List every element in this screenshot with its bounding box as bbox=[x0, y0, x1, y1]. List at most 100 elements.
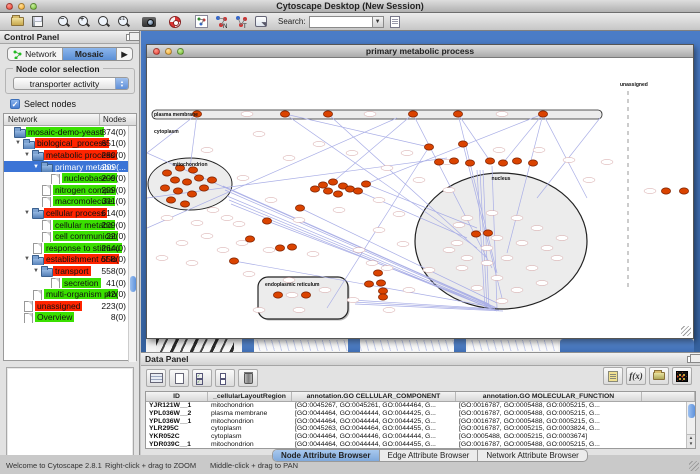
expand-arrow-icon[interactable]: ▼ bbox=[24, 210, 32, 216]
tab-network-attribute-browser[interactable]: Network Attribute Browser bbox=[478, 450, 586, 461]
app-titlebar[interactable]: Cytoscape Desktop (New Session) bbox=[0, 0, 700, 13]
expand-arrow-icon[interactable]: ▼ bbox=[33, 164, 41, 170]
open-file-icon[interactable] bbox=[8, 14, 26, 29]
attribute-table-icon[interactable] bbox=[146, 369, 166, 387]
tree-row[interactable]: Overview8(0) bbox=[4, 312, 136, 324]
snapshot-icon[interactable] bbox=[140, 14, 158, 29]
column-header[interactable]: annotation.GO MOLECULAR_FUNCTION bbox=[456, 392, 642, 401]
close-button[interactable] bbox=[6, 3, 13, 10]
search-input[interactable] bbox=[309, 16, 373, 28]
tree-row[interactable]: ▼establishment of lo558(0) bbox=[4, 254, 136, 266]
app-resize-grip[interactable] bbox=[689, 461, 699, 471]
tree-row[interactable]: ▼primary metabo209(... bbox=[4, 161, 136, 173]
graph-node bbox=[408, 111, 417, 117]
table-row[interactable]: YPL036W__1mitochondrion[GO:0044464, GO:0… bbox=[146, 418, 695, 426]
new-attribute-icon[interactable] bbox=[169, 369, 189, 387]
help-icon[interactable] bbox=[166, 14, 184, 29]
expand-arrow-icon[interactable]: ▼ bbox=[24, 152, 32, 158]
table-row[interactable]: YDR039C__1mitochondrion[GO:0044464, GO:0… bbox=[146, 441, 695, 449]
zoom-button[interactable] bbox=[177, 48, 184, 55]
tab-[interactable]: ▶ bbox=[117, 48, 132, 60]
minimize-button[interactable] bbox=[165, 48, 172, 55]
node-label bbox=[265, 198, 277, 203]
create-network-icon[interactable] bbox=[192, 14, 210, 29]
search-dropdown-arrow-icon[interactable]: ▼ bbox=[373, 16, 384, 28]
column-header[interactable]: annotation.GO CELLULAR_COMPONENT bbox=[292, 392, 456, 401]
tab-node-attribute-browser[interactable]: Node Attribute Browser bbox=[273, 450, 380, 461]
float-panel-icon[interactable] bbox=[126, 34, 135, 41]
node-label bbox=[393, 212, 405, 217]
background-window-titlebar[interactable] bbox=[454, 339, 466, 352]
tab-mosaic[interactable]: Mosaic bbox=[63, 48, 118, 60]
tree-row[interactable]: secretion41(0) bbox=[4, 277, 136, 289]
table-scroll-thumb[interactable] bbox=[688, 404, 695, 418]
tree-scroll-thumb[interactable] bbox=[130, 276, 136, 292]
select-nodes-checkbox[interactable]: ✓ bbox=[10, 99, 20, 109]
zoom-selected-icon[interactable] bbox=[94, 14, 112, 29]
table-scroll-arrows[interactable]: ▲▼ bbox=[687, 434, 695, 448]
tree-scrollbar[interactable] bbox=[128, 126, 136, 362]
apply-style-icon[interactable]: T bbox=[232, 14, 250, 29]
apply-layout-icon[interactable]: N bbox=[212, 14, 230, 29]
zoom-in-icon[interactable]: + bbox=[74, 14, 92, 29]
tree-row[interactable]: ▼cellular process614(0) bbox=[4, 207, 136, 219]
tree-row[interactable]: ▼biological_process651(0) bbox=[4, 138, 136, 150]
float-panel-icon[interactable] bbox=[687, 356, 696, 363]
delete-attribute-icon[interactable] bbox=[238, 369, 258, 387]
network-graph[interactable]: plasma membranecytoplasmmitochondrionnuc… bbox=[147, 58, 693, 338]
tree-row[interactable]: response to stimulu264(0) bbox=[4, 242, 136, 254]
tree-row[interactable]: unassigned223(0) bbox=[4, 300, 136, 312]
select-attributes-icon[interactable] bbox=[192, 369, 212, 387]
background-window-titlebar[interactable] bbox=[242, 339, 254, 352]
zoom-fit-icon[interactable]: 1:1 bbox=[114, 14, 132, 29]
tree-row[interactable]: mosaic-demo-yeast874(0) bbox=[4, 126, 136, 138]
table-row[interactable]: YJR121W__1mitochondrion[GO:0045267, GO:0… bbox=[146, 402, 695, 410]
formula-builder-icon[interactable]: f(x) bbox=[626, 367, 646, 385]
tab-edge-attribute-browser[interactable]: Edge Attribute Browser bbox=[380, 450, 479, 461]
unselect-attributes-icon[interactable] bbox=[215, 369, 235, 387]
column-header[interactable]: _cellularLayoutRegion bbox=[208, 392, 292, 401]
table-row[interactable]: YKR052Ccytoplasm[GO:0044464, GO:0044446,… bbox=[146, 433, 695, 441]
network-canvas[interactable]: plasma membranecytoplasmmitochondrionnuc… bbox=[147, 58, 693, 338]
import-attributes-icon[interactable] bbox=[649, 367, 669, 385]
annotation-icon[interactable] bbox=[252, 14, 270, 29]
attribute-editor-icon[interactable] bbox=[603, 367, 623, 385]
folder-icon bbox=[14, 127, 26, 136]
close-button[interactable] bbox=[153, 48, 160, 55]
tab-network[interactable]: Network bbox=[8, 48, 63, 60]
node-label bbox=[346, 151, 358, 156]
network-tree-header[interactable]: Network Nodes bbox=[4, 114, 136, 126]
minimize-button[interactable] bbox=[18, 3, 25, 10]
window-resize-grip[interactable] bbox=[681, 326, 691, 336]
background-windows-strip[interactable] bbox=[146, 339, 694, 352]
table-row[interactable]: YLR295Ccytoplasm[GO:0045263, GO:0044464,… bbox=[146, 425, 695, 433]
background-window-titlebar[interactable] bbox=[348, 339, 360, 352]
color-attribute-dropdown[interactable]: transporter activity ▲▼ bbox=[13, 77, 129, 90]
node-label bbox=[644, 189, 656, 194]
expand-arrow-icon[interactable]: ▼ bbox=[33, 268, 41, 274]
save-icon[interactable] bbox=[28, 14, 46, 29]
table-scrollbar[interactable]: ▲▼ bbox=[686, 402, 695, 448]
attribute-table-header[interactable]: ID_cellularLayoutRegionannotation.GO CEL… bbox=[146, 392, 695, 402]
network-window-titlebar[interactable]: primary metabolic process bbox=[147, 45, 693, 58]
column-header[interactable]: ID bbox=[146, 392, 208, 401]
table-row[interactable]: YPL036W__2plasma membrane[GO:0044464, GO… bbox=[146, 410, 695, 418]
tree-row[interactable]: cellular metabo209(0) bbox=[4, 219, 136, 231]
expand-arrow-icon[interactable]: ▼ bbox=[15, 140, 23, 146]
tree-col-network[interactable]: Network bbox=[4, 114, 100, 125]
matrix-view-icon[interactable] bbox=[672, 367, 692, 385]
tree-col-nodes[interactable]: Nodes bbox=[100, 114, 136, 125]
tree-row[interactable]: nitrogen compo209(0) bbox=[4, 184, 136, 196]
tree-row[interactable]: macromolecule311(0) bbox=[4, 196, 136, 208]
zoom-button[interactable] bbox=[30, 3, 37, 10]
tree-row[interactable]: ▼transport558(0) bbox=[4, 265, 136, 277]
tree-row[interactable]: multi-organism pro42(0) bbox=[4, 288, 136, 300]
expand-arrow-icon[interactable]: ▼ bbox=[24, 256, 32, 262]
tree-row[interactable]: cell communicat22(0) bbox=[4, 230, 136, 242]
tree-row[interactable]: ▼metabolic process280(0) bbox=[4, 149, 136, 161]
advanced-search-icon[interactable] bbox=[386, 14, 404, 29]
zoom-out-icon[interactable]: − bbox=[54, 14, 72, 29]
background-window-titlebar[interactable] bbox=[560, 339, 694, 352]
network-file-icon bbox=[50, 174, 62, 183]
tree-row[interactable]: nucleobase-c209(0) bbox=[4, 172, 136, 184]
